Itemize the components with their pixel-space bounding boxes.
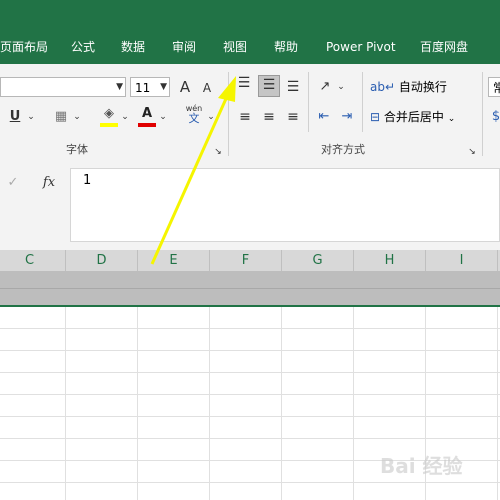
annotation-arrow	[150, 76, 236, 265]
watermark: Bai 经验	[380, 454, 463, 478]
arrow-head	[218, 76, 236, 102]
arrow-line	[150, 91, 231, 265]
